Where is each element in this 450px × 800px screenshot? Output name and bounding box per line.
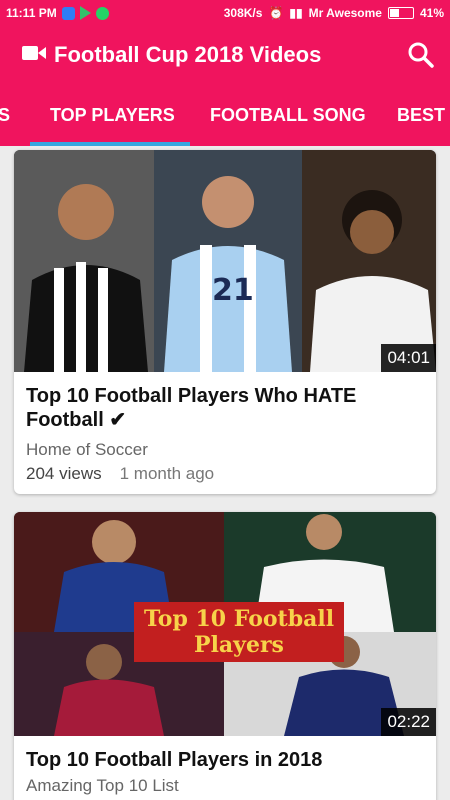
tab-bar: S TOP PLAYERS FOOTBALL SONG BEST I bbox=[0, 84, 450, 146]
channel-name[interactable]: Amazing Top 10 List bbox=[14, 776, 436, 796]
video-feed[interactable]: 21 04:01 Top 10 Football Players Who HAT… bbox=[0, 146, 450, 800]
upload-age: 1 month ago bbox=[119, 464, 215, 483]
video-title[interactable]: Top 10 Football Players in 2018 bbox=[14, 748, 436, 772]
video-camera-icon bbox=[22, 44, 46, 67]
svg-text:21: 21 bbox=[212, 273, 254, 308]
carrier-name: Mr Awesome bbox=[308, 6, 382, 20]
clock: 11:11 PM bbox=[6, 6, 57, 20]
battery-icon bbox=[387, 7, 414, 19]
signal-icon: ▮▮ bbox=[289, 6, 303, 20]
thumbnail-overlay-title: Top 10 Football Players bbox=[134, 602, 344, 662]
channel-name[interactable]: Home of Soccer bbox=[14, 440, 436, 460]
video-thumbnail[interactable]: 21 04:01 bbox=[14, 150, 436, 372]
status-bar: 11:11 PM 308K/s ⏰ ▮▮ Mr Awesome 41% bbox=[0, 0, 450, 26]
notification-app-icon bbox=[61, 6, 75, 20]
search-icon bbox=[408, 42, 434, 68]
search-button[interactable] bbox=[406, 40, 436, 70]
video-duration: 02:22 bbox=[381, 708, 436, 736]
video-card[interactable]: Top 10 Football Players 02:22 Top 10 Foo… bbox=[14, 512, 436, 800]
thumbnail-image: 21 bbox=[14, 150, 436, 372]
video-card[interactable]: 21 04:01 Top 10 Football Players Who HAT… bbox=[14, 150, 436, 494]
tab-top-players[interactable]: TOP PLAYERS bbox=[50, 84, 175, 146]
tab-football-song[interactable]: FOOTBALL SONG bbox=[210, 84, 366, 146]
video-thumbnail[interactable]: Top 10 Football Players 02:22 bbox=[14, 512, 436, 736]
tab-partial-left[interactable]: S bbox=[0, 84, 10, 146]
alarm-icon: ⏰ bbox=[268, 6, 284, 20]
video-meta: 204 views 1 month ago bbox=[14, 464, 436, 484]
video-title[interactable]: Top 10 Football Players Who HATE Footbal… bbox=[14, 384, 436, 432]
battery-percent: 41% bbox=[419, 6, 444, 20]
app-title: Football Cup 2018 Videos bbox=[54, 42, 322, 67]
tab-best[interactable]: BEST I bbox=[397, 84, 450, 146]
view-count: 204 views bbox=[26, 464, 102, 483]
video-duration: 04:01 bbox=[381, 344, 436, 372]
whatsapp-icon bbox=[95, 6, 109, 20]
network-speed: 308K/s bbox=[223, 6, 263, 20]
app-bar: Football Cup 2018 Videos bbox=[0, 26, 450, 84]
play-store-icon bbox=[79, 6, 91, 20]
